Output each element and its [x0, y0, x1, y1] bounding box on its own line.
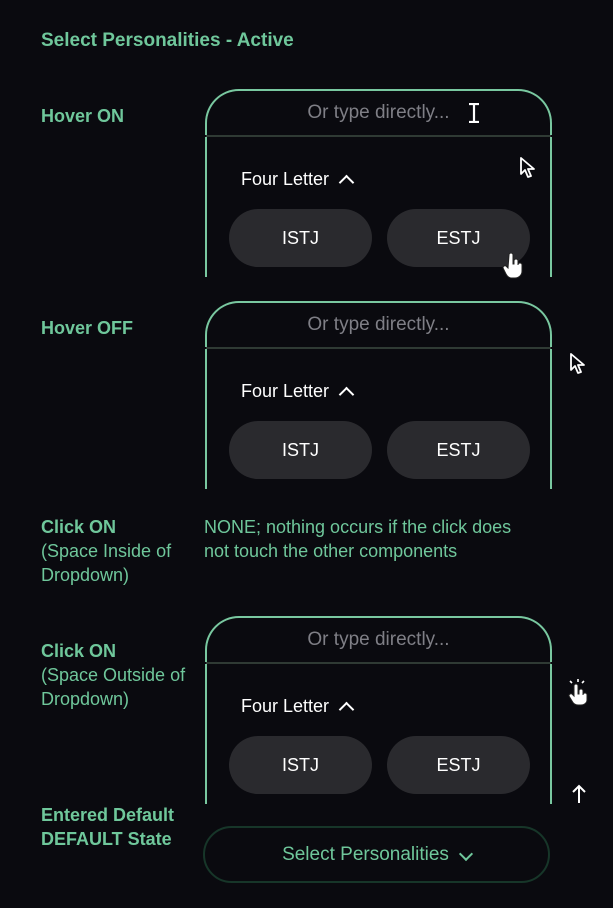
personality-dropdown-click-outside: Or type directly... Four Letter ISTJ EST…	[205, 616, 552, 804]
group-label: Four Letter	[241, 169, 330, 189]
state-label-click-inside: Click ON (Space Inside of Dropdown)	[41, 515, 181, 587]
group-label: Four Letter	[241, 696, 330, 716]
click-hand-icon	[566, 678, 590, 711]
caret-up-icon	[338, 701, 355, 718]
state-label-click-outside: Click ON (Space Outside of Dropdown)	[41, 639, 191, 711]
type-directly-input[interactable]: Or type directly...	[205, 89, 552, 135]
input-placeholder: Or type directly...	[307, 629, 450, 650]
i-beam-cursor-icon	[468, 102, 480, 129]
arrow-cursor-icon	[569, 352, 587, 379]
personality-dropdown-hover-on: Or type directly... Four Letter ISTJ EST…	[205, 89, 552, 277]
pointer-hand-icon	[502, 252, 524, 284]
input-placeholder: Or type directly...	[307, 102, 450, 123]
option-istj[interactable]: ISTJ	[229, 421, 372, 479]
group-label: Four Letter	[241, 381, 330, 401]
state-label: Hover ON	[41, 106, 125, 126]
state-label-hover-on: Hover ON	[41, 104, 124, 128]
state-label-default: Entered Default DEFAULT State	[41, 803, 191, 851]
group-four-letter[interactable]: Four Letter	[241, 381, 355, 403]
type-directly-input[interactable]: Or type directly...	[205, 301, 552, 347]
caret-up-icon	[338, 386, 355, 403]
select-label: Select Personalities	[282, 843, 449, 865]
state-label-hover-off: Hover OFF	[41, 316, 133, 340]
input-placeholder: Or type directly...	[307, 314, 450, 335]
group-four-letter[interactable]: Four Letter	[241, 169, 355, 191]
select-personalities-button[interactable]: Select Personalities	[203, 826, 550, 883]
dropdown-panel: Four Letter ISTJ ESTJ	[205, 349, 552, 489]
caret-up-icon	[338, 174, 355, 191]
type-directly-input[interactable]: Or type directly...	[205, 616, 552, 662]
page-title: Select Personalities - Active	[41, 30, 294, 51]
chevron-down-icon	[458, 846, 474, 861]
dropdown-panel: Four Letter ISTJ ESTJ	[205, 664, 552, 804]
state-label: Click ON	[41, 641, 117, 661]
state-label: Hover OFF	[41, 318, 134, 338]
state-sublabel: (Space Outside of Dropdown)	[41, 665, 186, 709]
state-label: Entered Default DEFAULT State	[41, 805, 175, 849]
arrow-up-icon	[570, 783, 588, 810]
personality-dropdown-hover-off: Or type directly... Four Letter ISTJ EST…	[205, 301, 552, 489]
state-sublabel: (Space Inside of Dropdown)	[41, 541, 172, 585]
option-istj[interactable]: ISTJ	[229, 736, 372, 794]
arrow-cursor-icon	[519, 156, 537, 183]
option-estj[interactable]: ESTJ	[387, 421, 530, 479]
option-istj[interactable]: ISTJ	[229, 209, 372, 267]
click-inside-note: NONE; nothing occurs if the click does n…	[204, 517, 512, 561]
option-estj[interactable]: ESTJ	[387, 736, 530, 794]
group-four-letter[interactable]: Four Letter	[241, 696, 355, 718]
state-label: Click ON	[41, 517, 117, 537]
dropdown-panel: Four Letter ISTJ ESTJ	[205, 137, 552, 277]
